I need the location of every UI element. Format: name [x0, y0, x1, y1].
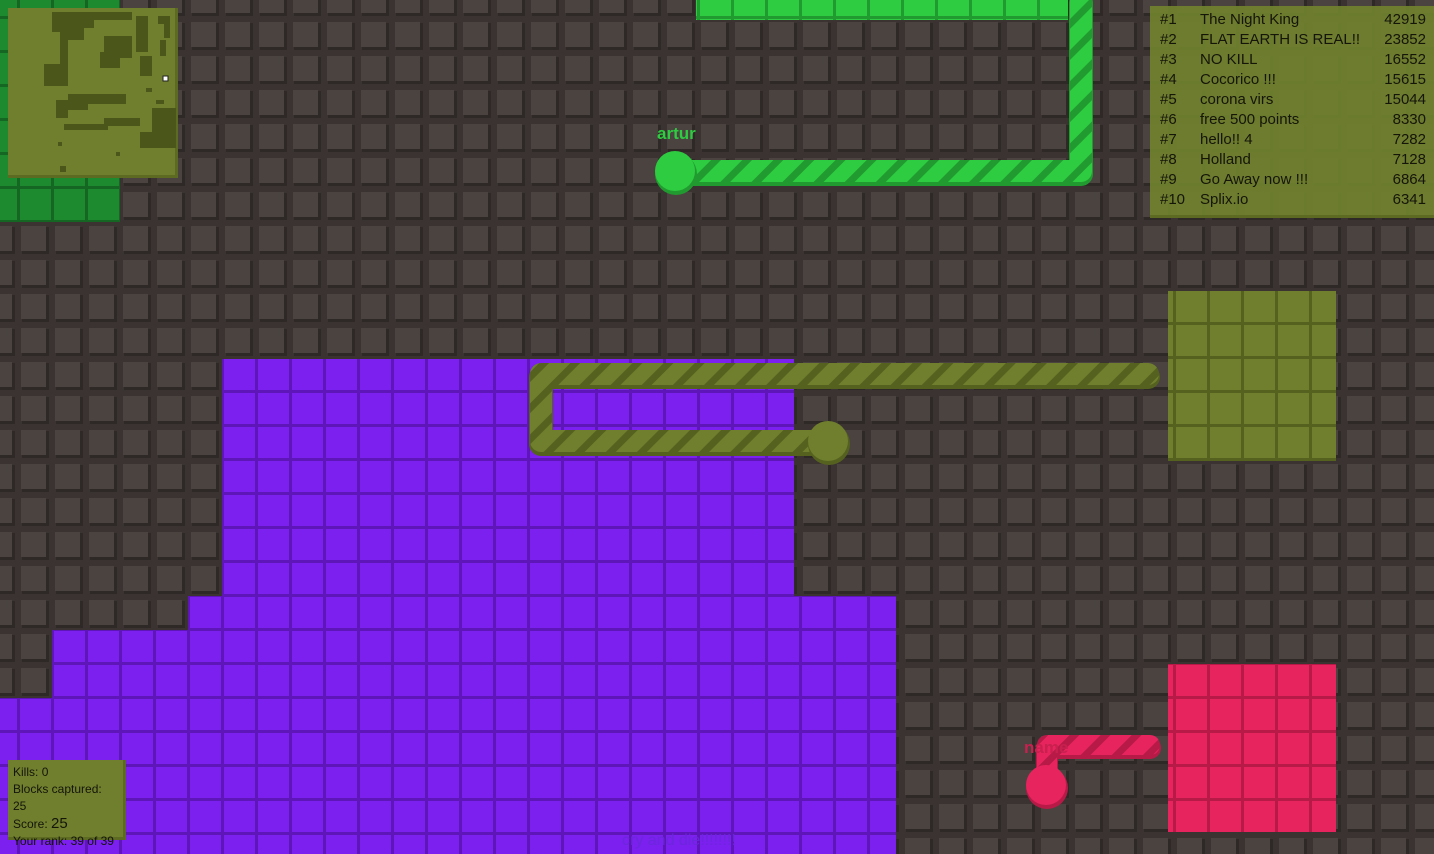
- leaderboard-rank: #3: [1160, 51, 1177, 68]
- minimap: [8, 8, 178, 178]
- leaderboard-rank: #4: [1160, 71, 1177, 88]
- rank-label: Your rank:: [13, 834, 68, 848]
- minimap-player-marker: [162, 75, 169, 82]
- leaderboard-row: #10 Splix.io 6341: [1150, 190, 1434, 210]
- leaderboard-name: Splix.io: [1200, 191, 1249, 208]
- rank-value: 39 of 39: [70, 834, 114, 848]
- leaderboard-score: 42919: [1384, 11, 1426, 28]
- player-artur-head: [655, 151, 695, 191]
- score-value: 25: [51, 815, 68, 832]
- blocks-value: 25: [13, 799, 27, 813]
- leaderboard-rank: #5: [1160, 91, 1177, 108]
- leaderboard-name: corona virs: [1200, 91, 1274, 108]
- leaderboard-rank: #7: [1160, 131, 1177, 148]
- leaderboard-score: 16552: [1384, 51, 1426, 68]
- stat-kills: Kills: 0: [13, 764, 118, 781]
- leaderboard-row: #4 Cocorico !!! 15615: [1150, 70, 1434, 90]
- leaderboard-row: #1 The Night King 42919: [1150, 10, 1434, 30]
- leaderboard-name: The Night King: [1200, 11, 1300, 28]
- stat-score: Score: 25: [13, 815, 118, 833]
- leaderboard-rank: #1: [1160, 11, 1177, 28]
- leaderboard-score: 7128: [1392, 151, 1426, 168]
- leaderboard-score: 15044: [1384, 91, 1426, 108]
- leaderboard-score: 15615: [1384, 71, 1426, 88]
- leaderboard-rank: #10: [1160, 191, 1186, 208]
- leaderboard: #1 The Night King 42919 #2 FLAT EARTH IS REA…: [1150, 6, 1434, 218]
- leaderboard-row: #6 free 500 points 8330: [1150, 110, 1434, 130]
- leaderboard-name: hello!! 4: [1200, 131, 1253, 148]
- leaderboard-name: Go Away now !!!: [1200, 171, 1309, 188]
- stat-rank: Your rank: 39 of 39: [13, 833, 118, 850]
- chat-message: cry and die!!!!!!!!: [622, 832, 736, 849]
- leaderboard-score: 6864: [1392, 171, 1426, 188]
- territory-pink: [1168, 664, 1336, 832]
- kills-value: 0: [41, 765, 49, 779]
- player-label-artur: artur: [657, 124, 696, 143]
- leaderboard-name: NO KILL: [1200, 51, 1258, 68]
- player-name-head: [1026, 765, 1066, 805]
- leaderboard-row: #3 NO KILL 16552: [1150, 50, 1434, 70]
- leaderboard-row: #9 Go Away now !!! 6864: [1150, 170, 1434, 190]
- leaderboard-rank: #2: [1160, 31, 1177, 48]
- leaderboard-row: #2 FLAT EARTH IS REAL!! 23852: [1150, 30, 1434, 50]
- minimap-territories: [44, 12, 176, 172]
- leaderboard-name: free 500 points: [1200, 111, 1300, 128]
- stats-panel: Kills: 0 Blocks captured: 25 Score: 25 Y…: [8, 760, 126, 848]
- leaderboard-rank: #8: [1160, 151, 1177, 168]
- leaderboard-score: 8330: [1392, 111, 1426, 128]
- leaderboard-row: #8 Holland 7128: [1150, 150, 1434, 170]
- kills-label: Kills:: [13, 765, 39, 779]
- leaderboard-name: FLAT EARTH IS REAL!!: [1200, 31, 1361, 48]
- player-label-name: name: [1024, 738, 1069, 757]
- leaderboard-rank: #6: [1160, 111, 1177, 128]
- score-label: Score:: [13, 817, 48, 831]
- leaderboard-name: Cocorico !!!: [1200, 71, 1276, 88]
- leaderboard-row: #5 corona virs 15044: [1150, 90, 1434, 110]
- leaderboard-name: Holland: [1200, 151, 1251, 168]
- leaderboard-score: 7282: [1392, 131, 1426, 148]
- leaderboard-rank: #9: [1160, 171, 1177, 188]
- territory-olive: [1168, 291, 1336, 461]
- territory-green: [696, 0, 1068, 20]
- blocks-label: Blocks captured:: [13, 782, 102, 796]
- stat-blocks: Blocks captured: 25: [13, 781, 118, 815]
- leaderboard-score: 6341: [1392, 191, 1426, 208]
- player-olive-head: [808, 421, 848, 461]
- leaderboard-score: 23852: [1384, 31, 1426, 48]
- leaderboard-row: #7 hello!! 4 7282: [1150, 130, 1434, 150]
